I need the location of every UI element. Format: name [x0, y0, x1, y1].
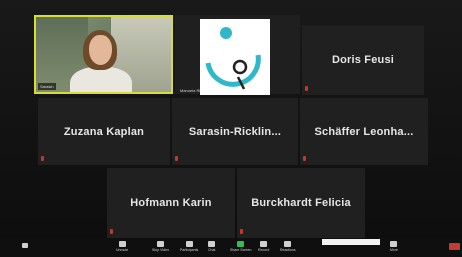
muted-icon — [305, 86, 308, 91]
participant-tile[interactable]: Sarasin-Ricklin... — [172, 98, 298, 165]
toolbar-label: Reactions — [280, 248, 296, 252]
organization-logo — [200, 19, 270, 95]
participant-tile[interactable]: Doris Feusi — [302, 25, 424, 95]
participant-name: Zuzana Kaplan — [63, 125, 145, 138]
toolbar-button-chat[interactable]: Chat — [208, 241, 215, 252]
end-meeting-button[interactable] — [449, 243, 460, 250]
meeting-screen: Sarasin Manuela Ri Doris Feusi Zuzana Ka… — [0, 0, 462, 257]
participant-name: Sarasin-Ricklin... — [188, 125, 282, 138]
toolbar-button-stop-video[interactable]: Stop Video — [152, 241, 169, 252]
participants-icon — [185, 241, 193, 247]
participant-name: Hofmann Karin — [130, 197, 212, 209]
more-icon — [390, 241, 398, 247]
logo-caption: Manuela Ri — [180, 88, 201, 93]
reactions-icon — [284, 241, 292, 247]
record-icon — [260, 241, 268, 247]
participant-name: Schäffer Leonha... — [314, 125, 414, 138]
security-icon[interactable] — [22, 243, 28, 249]
toolbar-button-reactions[interactable]: Reactions — [280, 241, 296, 252]
toolbar-label: Chat — [208, 248, 216, 252]
participant-tile[interactable]: Zuzana Kaplan — [38, 98, 170, 165]
toolbar-button-share-screen[interactable]: Share Screen — [230, 241, 251, 252]
muted-icon — [110, 229, 113, 234]
toolbar-label: Stop Video — [152, 248, 170, 252]
chat-icon — [208, 241, 216, 247]
toolbar-label: Participants — [180, 248, 199, 252]
muted-icon — [240, 229, 243, 234]
participant-face — [89, 35, 112, 65]
video-camera-icon — [157, 241, 165, 247]
muted-icon — [41, 156, 44, 161]
toolbar-button-participants[interactable]: Participants — [180, 241, 198, 252]
meeting-toolbar: Unmute Stop Video Participants Chat Shar… — [0, 238, 462, 257]
participant-tile[interactable]: Hofmann Karin — [107, 168, 235, 238]
toolbar-label: More — [390, 248, 398, 252]
toolbar-label: Unmute — [116, 248, 129, 252]
toolbar-label: Record — [258, 248, 270, 252]
toolbar-button-record[interactable]: Record — [258, 241, 269, 252]
participant-name: Doris Feusi — [331, 54, 395, 66]
participant-name: Burckhardt Felicia — [251, 197, 351, 209]
participant-tile[interactable]: Burckhardt Felicia — [237, 168, 365, 238]
microphone-icon — [118, 241, 126, 247]
participant-tile[interactable]: Schäffer Leonha... — [300, 98, 428, 165]
muted-icon — [303, 156, 306, 161]
participant-shoulders — [70, 67, 132, 92]
video-caption: Sarasin — [38, 83, 56, 90]
toolbar-button-more[interactable]: More — [390, 241, 398, 252]
toolbar-button-unmute[interactable]: Unmute — [116, 241, 128, 252]
participant-video-tile[interactable]: Sarasin — [34, 15, 173, 94]
toolbar-label: Share Screen — [230, 248, 252, 252]
logo-icon — [205, 27, 261, 90]
share-screen-icon — [237, 241, 245, 247]
muted-icon — [175, 156, 178, 161]
notification-banner — [322, 239, 380, 245]
